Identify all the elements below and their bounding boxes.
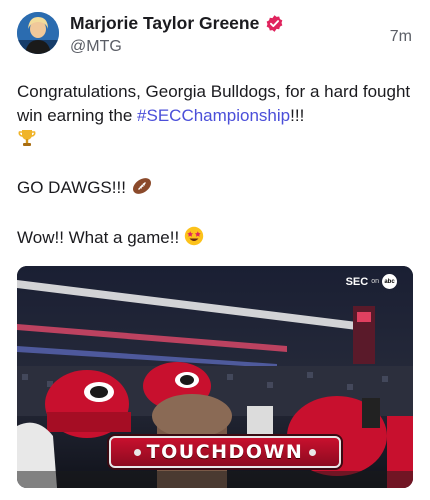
banner-dot-right bbox=[309, 448, 317, 456]
hashtag-link[interactable]: #SECChampionship bbox=[137, 106, 290, 125]
author-handle[interactable]: @MTG bbox=[70, 38, 122, 56]
post-text-paragraph-1: Congratulations, Georgia Bulldogs, for a… bbox=[17, 80, 417, 155]
star-struck-icon bbox=[184, 226, 204, 253]
video-media[interactable]: SEC on abc TOUCHDOWN bbox=[17, 266, 413, 488]
post-text-paragraph-2: GO DAWGS!!! bbox=[17, 176, 417, 203]
verified-badge-icon bbox=[267, 15, 283, 32]
post-card[interactable]: Marjorie Taylor Greene @MTG 7m Congratul… bbox=[0, 0, 430, 500]
touchdown-banner: TOUCHDOWN bbox=[109, 436, 341, 468]
post-text-wow: Wow!! What a game!! bbox=[17, 228, 180, 247]
post-text-go-dawgs: GO DAWGS!!! bbox=[17, 178, 126, 197]
abc-logo: abc bbox=[382, 274, 397, 289]
post-text-paragraph-3: Wow!! What a game!! bbox=[17, 226, 417, 253]
author-name[interactable]: Marjorie Taylor Greene bbox=[70, 13, 259, 34]
post-text-exclaim: !!! bbox=[290, 106, 305, 125]
avatar[interactable] bbox=[17, 12, 59, 54]
banner-dot-left bbox=[133, 448, 141, 456]
sec-logo: SEC bbox=[345, 275, 369, 288]
network-logo: SEC on abc bbox=[346, 274, 397, 289]
network-on-text: on bbox=[371, 278, 379, 285]
touchdown-text: TOUCHDOWN bbox=[146, 441, 304, 463]
football-icon bbox=[131, 176, 153, 203]
trophy-icon bbox=[17, 128, 37, 155]
post-timestamp: 7m bbox=[389, 28, 412, 45]
